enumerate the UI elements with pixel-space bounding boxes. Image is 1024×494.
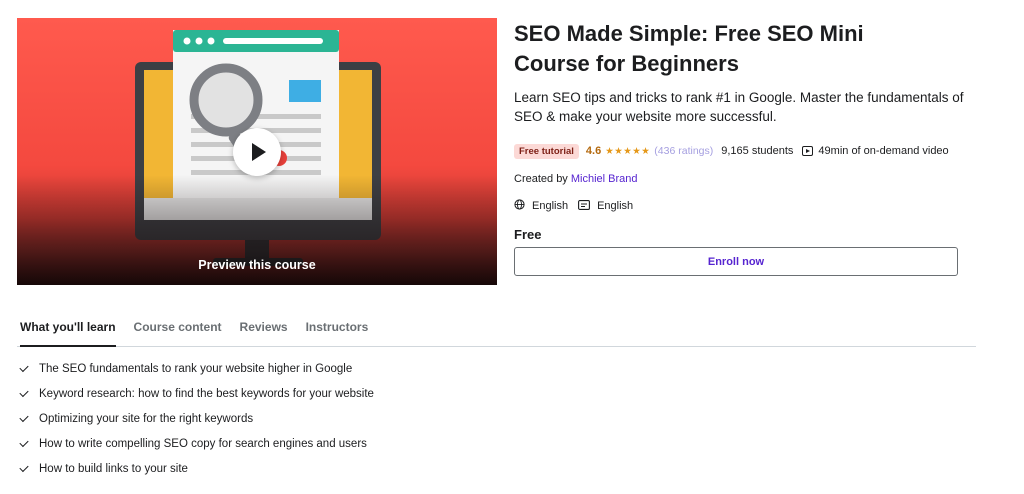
learn-item-text: The SEO fundamentals to rank your websit…	[39, 362, 353, 375]
list-item: How to build links to your site	[19, 457, 374, 482]
course-price: Free	[514, 227, 542, 242]
play-button[interactable]	[233, 128, 281, 176]
check-icon	[19, 362, 29, 372]
list-item: Keyword research: how to find the best k…	[19, 381, 374, 406]
check-icon	[19, 387, 29, 397]
list-item: How to write compelling SEO copy for sea…	[19, 432, 374, 457]
learn-item-text: How to build links to your site	[39, 463, 188, 476]
instructor-link[interactable]: Michiel Brand	[571, 173, 638, 185]
course-stats: Free tutorial 4.6 ★★★★★ (436 ratings) 9,…	[514, 143, 949, 159]
rating-value: 4.6	[585, 145, 602, 157]
check-icon	[19, 412, 29, 423]
video-icon	[802, 146, 814, 156]
enroll-now-button[interactable]: Enroll now	[514, 247, 958, 276]
star-rating-icon: ★★★★★	[605, 145, 651, 157]
ratings-count-link[interactable]: (436 ratings)	[654, 145, 713, 157]
check-icon	[19, 463, 29, 473]
globe-icon	[514, 199, 525, 213]
created-by: Created by Michiel Brand	[514, 173, 638, 185]
students-count: 9,165 students	[721, 145, 794, 157]
course-preview[interactable]: Preview this course	[17, 18, 497, 285]
learn-item-text: How to write compelling SEO copy for sea…	[39, 438, 367, 451]
list-item: The SEO fundamentals to rank your websit…	[19, 356, 374, 381]
caption-language: English	[597, 200, 634, 212]
tab-what-youll-learn[interactable]: What you'll learn	[20, 312, 116, 347]
tab-reviews[interactable]: Reviews	[240, 312, 288, 346]
course-subtitle: Learn SEO tips and tricks to rank #1 in …	[514, 90, 964, 124]
tab-course-content[interactable]: Course content	[134, 312, 222, 346]
preview-label[interactable]: Preview this course	[17, 258, 497, 272]
language-row: English English	[514, 199, 633, 213]
learn-list: The SEO fundamentals to rank your websit…	[19, 356, 374, 482]
learn-item-text: Keyword research: how to find the best k…	[39, 387, 374, 400]
list-item: Optimizing your site for the right keywo…	[19, 406, 374, 431]
course-title: SEO Made Simple: Free SEO Mini Course fo…	[514, 21, 864, 76]
free-tutorial-badge: Free tutorial	[514, 143, 579, 159]
closed-captions-icon	[578, 199, 591, 213]
tab-instructors[interactable]: Instructors	[306, 312, 369, 346]
play-icon	[252, 143, 266, 161]
video-duration: 49min of on-demand video	[818, 145, 949, 157]
check-icon	[19, 438, 29, 448]
created-by-label: Created by	[514, 173, 568, 185]
learn-item-text: Optimizing your site for the right keywo…	[39, 412, 254, 425]
course-language: English	[532, 200, 569, 212]
course-tabs: What you'll learn Course content Reviews…	[17, 312, 976, 347]
